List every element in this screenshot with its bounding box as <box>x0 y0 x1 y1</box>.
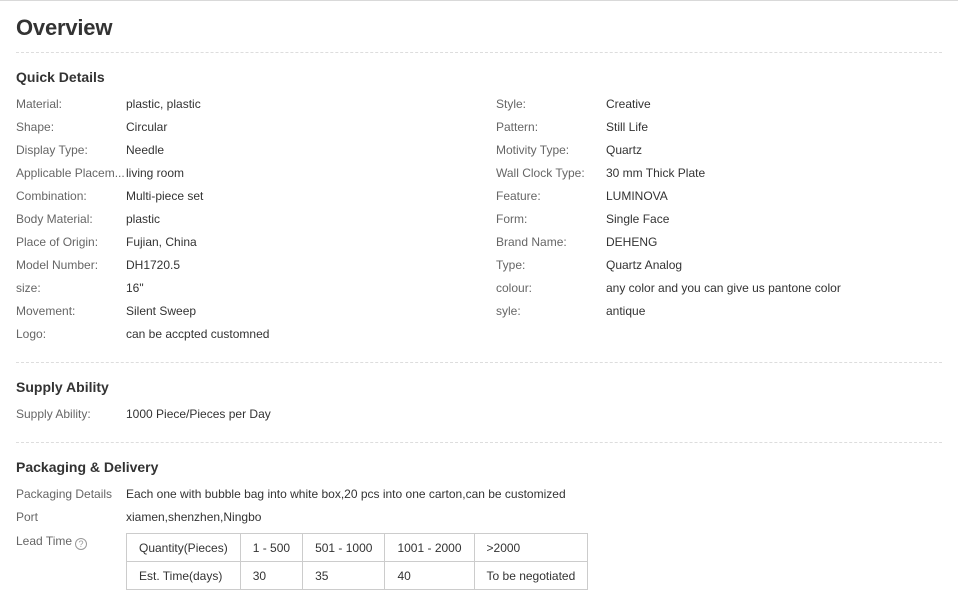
detail-label: size: <box>16 281 41 295</box>
detail-label: Combination: <box>16 189 87 203</box>
detail-value: Circular <box>126 120 168 134</box>
quick-details-title: Quick Details <box>16 69 105 85</box>
supply-ability-label: Supply Ability: <box>16 407 91 421</box>
packaging-details-label: Packaging Details <box>16 487 113 501</box>
divider <box>16 52 942 53</box>
detail-value: Creative <box>606 97 651 111</box>
detail-label: Material: <box>16 97 63 111</box>
detail-label: Place of Origin: <box>16 235 99 249</box>
divider <box>16 362 942 363</box>
help-icon[interactable]: ? <box>75 538 88 550</box>
detail-label: Pattern: <box>496 120 539 134</box>
detail-value: Quartz <box>606 143 643 157</box>
detail-label: Brand Name: <box>496 235 567 249</box>
detail-label: Movement: <box>16 304 76 318</box>
table-row: Quantity(Pieces) 1 - 500 501 - 1000 1001… <box>126 533 589 562</box>
detail-label: Body Material: <box>16 212 93 226</box>
supply-ability-title: Supply Ability <box>16 379 109 395</box>
detail-value: 16" <box>126 281 144 295</box>
lead-time-table: Quantity(Pieces) 1 - 500 501 - 1000 1001… <box>126 533 589 590</box>
detail-value: can be accpted customned <box>126 327 270 341</box>
detail-value: 30 mm Thick Plate <box>606 166 706 180</box>
est-time-cell: To be negotiated <box>473 561 589 590</box>
top-border <box>0 0 958 1</box>
detail-value: Needle <box>126 143 165 157</box>
detail-label: Logo: <box>16 327 47 341</box>
detail-label: Form: <box>496 212 528 226</box>
table-row: Est. Time(days) 30 35 40 To be negotiate… <box>126 561 589 590</box>
detail-label: Motivity Type: <box>496 143 570 157</box>
detail-value: DH1720.5 <box>126 258 181 272</box>
detail-value: any color and you can give us pantone co… <box>606 281 841 295</box>
detail-label: Model Number: <box>16 258 99 272</box>
detail-label: syle: <box>496 304 521 318</box>
detail-value: Multi-piece set <box>126 189 204 203</box>
quantity-range-cell: 501 - 1000 <box>302 533 386 562</box>
lead-time-label-text: Lead Time <box>16 534 73 548</box>
lead-time-label: Lead Time? <box>16 533 126 550</box>
detail-label: Applicable Placem... <box>16 166 125 180</box>
detail-label: Shape: <box>16 120 55 134</box>
detail-value: Single Face <box>606 212 670 226</box>
detail-label: Feature: <box>496 189 541 203</box>
detail-value: living room <box>126 166 185 180</box>
detail-value: LUMINOVA <box>606 189 668 203</box>
detail-label: Display Type: <box>16 143 88 157</box>
detail-value: plastic <box>126 212 161 226</box>
detail-value: plastic, plastic <box>126 97 201 111</box>
quantity-range-cell: >2000 <box>473 533 589 562</box>
supply-ability-value: 1000 Piece/Pieces per Day <box>126 407 271 421</box>
est-time-cell: 30 <box>239 561 304 590</box>
quantity-range-cell: 1 - 500 <box>239 533 304 562</box>
detail-label: Type: <box>496 258 526 272</box>
port-value: xiamen,shenzhen,Ningbo <box>126 510 262 524</box>
est-time-cell: 35 <box>302 561 386 590</box>
detail-label: Style: <box>496 97 527 111</box>
detail-value: DEHENG <box>606 235 658 249</box>
detail-value: Quartz Analog <box>606 258 683 272</box>
quantity-header-cell: Quantity(Pieces) <box>126 533 241 562</box>
est-time-cell: 40 <box>384 561 475 590</box>
detail-value: Fujian, China <box>126 235 197 249</box>
detail-label: colour: <box>496 281 533 295</box>
quantity-range-cell: 1001 - 2000 <box>384 533 475 562</box>
detail-value: antique <box>606 304 646 318</box>
divider <box>16 442 942 443</box>
packaging-delivery-title: Packaging & Delivery <box>16 459 159 475</box>
detail-label: Wall Clock Type: <box>496 166 585 180</box>
detail-value: Silent Sweep <box>126 304 197 318</box>
packaging-details-value: Each one with bubble bag into white box,… <box>126 487 566 501</box>
detail-value: Still Life <box>606 120 649 134</box>
time-header-cell: Est. Time(days) <box>126 561 241 590</box>
port-label: Port <box>16 510 39 524</box>
page-title: Overview <box>16 15 113 40</box>
